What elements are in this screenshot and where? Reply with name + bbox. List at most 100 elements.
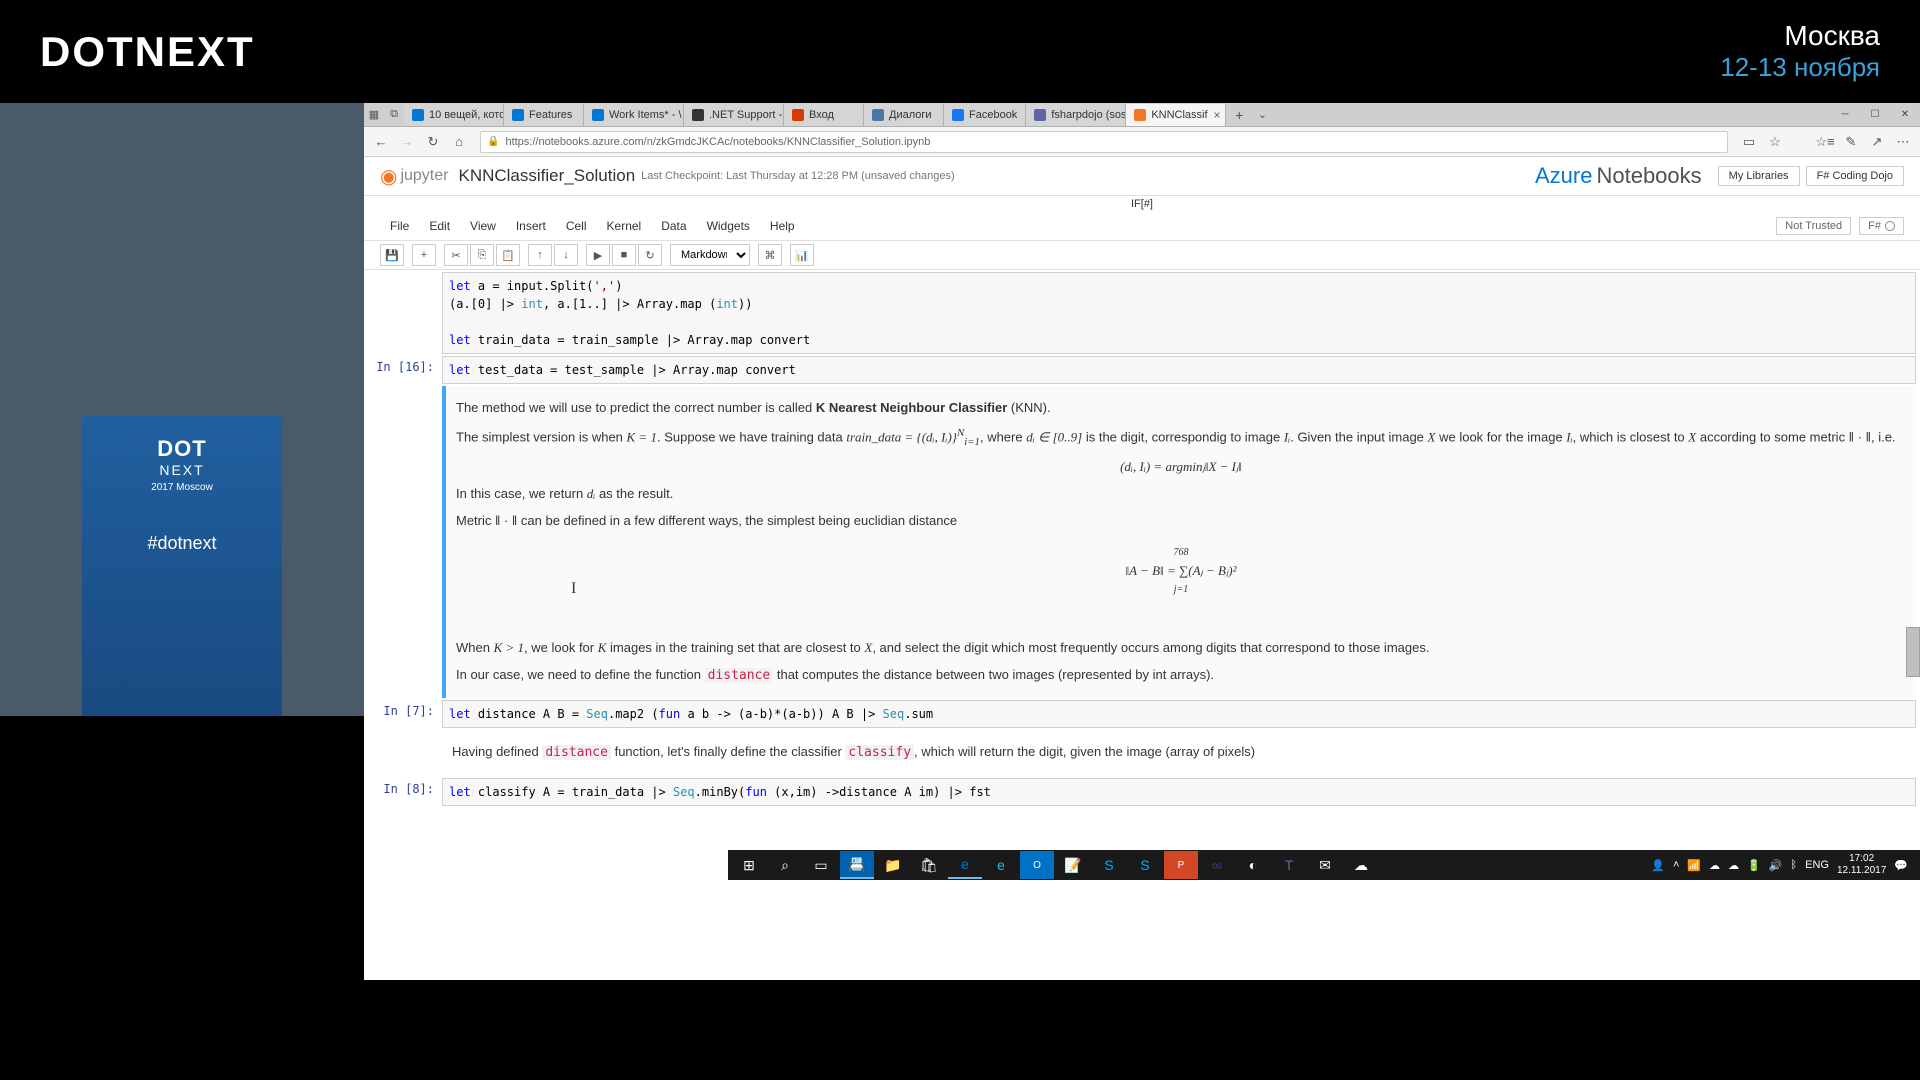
code-cell[interactable]: In [16]: let test_data = test_sample |> … — [368, 356, 1916, 384]
cut-button[interactable]: ✂ — [444, 244, 468, 266]
tab-1[interactable]: Features — [504, 104, 584, 126]
volume-icon[interactable]: 🔊 — [1769, 859, 1783, 872]
save-button[interactable]: 💾 — [380, 244, 404, 266]
copy-button[interactable]: ⎘ — [470, 244, 494, 266]
menu-help[interactable]: Help — [760, 216, 805, 236]
code-cell[interactable]: In [8]: let classify A = train_data |> S… — [368, 778, 1916, 806]
close-button[interactable]: ✕ — [1890, 104, 1920, 126]
address-bar[interactable]: 🔒 https://notebooks.azure.com/n/zkGmdcJK… — [480, 131, 1728, 153]
markdown-content[interactable]: Having defined distance function, let's … — [442, 730, 1916, 776]
run-button[interactable]: ▶ — [586, 244, 610, 266]
tab-4[interactable]: Вход — [784, 104, 864, 126]
code-input[interactable]: let classify A = train_data |> Seq.minBy… — [442, 778, 1916, 806]
celltype-select[interactable]: Markdown — [670, 244, 750, 266]
powerpoint-icon[interactable]: P — [1164, 851, 1198, 879]
tab-aside-icon[interactable]: ▦ — [364, 105, 384, 125]
scrollbar-thumb[interactable] — [1906, 627, 1920, 677]
markdown-cell[interactable]: Having defined distance function, let's … — [368, 730, 1916, 776]
store-icon[interactable]: 🛍 — [912, 851, 946, 879]
paste-button[interactable]: 📋 — [496, 244, 520, 266]
maximize-button[interactable]: ☐ — [1860, 104, 1890, 126]
menu-insert[interactable]: Insert — [506, 216, 556, 236]
favorite-icon[interactable]: ☆ — [1764, 131, 1786, 153]
lang-indicator[interactable]: ENG — [1805, 859, 1829, 871]
start-button[interactable]: ⊞ — [732, 851, 766, 879]
close-icon[interactable]: × — [1208, 108, 1221, 122]
outlook-icon[interactable]: O — [1020, 851, 1054, 879]
tab-8[interactable]: KNNClassif× — [1126, 104, 1226, 126]
notes-icon[interactable]: ✎ — [1840, 131, 1862, 153]
menu-edit[interactable]: Edit — [419, 216, 460, 236]
markdown-cell[interactable]: The method we will use to predict the co… — [368, 386, 1916, 698]
code-cell[interactable]: In [7]: let distance A B = Seq.map2 (fun… — [368, 700, 1916, 728]
clock[interactable]: 17:02 12.11.2017 — [1837, 853, 1886, 877]
favorites-hub-icon[interactable]: ☆≡ — [1814, 131, 1836, 153]
search-icon[interactable]: ⌕ — [768, 851, 802, 879]
mail-icon[interactable]: ✉ — [1308, 851, 1342, 879]
kernel-status-icon — [1885, 221, 1895, 231]
menu-kernel[interactable]: Kernel — [597, 216, 652, 236]
skype-icon[interactable]: S — [1092, 851, 1126, 879]
wifi-icon[interactable]: 📶 — [1687, 859, 1701, 872]
people-icon[interactable]: 👤 — [1651, 859, 1665, 872]
back-button[interactable]: ← — [370, 131, 392, 153]
code-input[interactable]: let distance A B = Seq.map2 (fun a b -> … — [442, 700, 1916, 728]
kernel-indicator[interactable]: F# — [1859, 217, 1904, 235]
brand-logo: DOTNEXT — [40, 28, 255, 76]
tab-6[interactable]: Facebook — [944, 104, 1026, 126]
minimize-button[interactable]: ─ — [1830, 104, 1860, 126]
menu-data[interactable]: Data — [651, 216, 696, 236]
tab-5[interactable]: Диалоги — [864, 104, 944, 126]
forward-button[interactable]: → — [396, 131, 418, 153]
app-icon[interactable]: ◐ — [1236, 851, 1270, 879]
equation: (dᵢ, Iᵢ) = argminⱼ‖X − Iⱼ‖ — [456, 457, 1906, 478]
tab-0[interactable]: 10 вещей, котс — [404, 104, 504, 126]
tab-3[interactable]: .NET Support - — [684, 104, 784, 126]
edge-icon[interactable]: e — [948, 851, 982, 879]
tab-preview-icon[interactable]: ⧉ — [384, 105, 404, 125]
vs-icon[interactable]: ∞ — [1200, 851, 1234, 879]
my-libraries-button[interactable]: My Libraries — [1718, 166, 1800, 186]
ie-icon[interactable]: e — [984, 851, 1018, 879]
move-down-button[interactable]: ↓ — [554, 244, 578, 266]
app-icon[interactable]: ☁ — [1344, 851, 1378, 879]
menu-cell[interactable]: Cell — [556, 216, 597, 236]
more-icon[interactable]: ⋯ — [1892, 131, 1914, 153]
code-cell[interactable]: let a = input.Split(',') (a.[0] |> int, … — [368, 272, 1916, 354]
restart-button[interactable]: ↻ — [638, 244, 662, 266]
new-tab-button[interactable]: + — [1226, 107, 1252, 123]
menu-view[interactable]: View — [460, 216, 506, 236]
home-button[interactable]: ⌂ — [448, 131, 470, 153]
stop-button[interactable]: ■ — [612, 244, 636, 266]
coding-dojo-button[interactable]: F# Coding Dojo — [1806, 166, 1904, 186]
notifications-icon[interactable]: 💬 — [1894, 859, 1908, 872]
battery-icon[interactable]: 🔋 — [1747, 859, 1761, 872]
notebook-title[interactable]: KNNClassifier_Solution — [458, 166, 635, 186]
reading-view-icon[interactable]: ▭ — [1738, 131, 1760, 153]
menu-widgets[interactable]: Widgets — [697, 216, 760, 236]
add-cell-button[interactable]: + — [412, 244, 436, 266]
code-input[interactable]: let a = input.Split(',') (a.[0] |> int, … — [442, 272, 1916, 354]
tab-2[interactable]: Work Items* - \ — [584, 104, 684, 126]
command-palette-button[interactable]: ⌘ — [758, 244, 782, 266]
move-up-button[interactable]: ↑ — [528, 244, 552, 266]
markdown-content[interactable]: The method we will use to predict the co… — [442, 386, 1916, 698]
share-icon[interactable]: ↗ — [1866, 131, 1888, 153]
teams-icon[interactable]: T — [1272, 851, 1306, 879]
taskview-icon[interactable]: ▭ — [804, 851, 838, 879]
chart-button[interactable]: 📊 — [790, 244, 814, 266]
chevron-up-icon[interactable]: ˄ — [1673, 859, 1679, 871]
refresh-button[interactable]: ↻ — [422, 131, 444, 153]
onedrive-icon[interactable]: ☁ — [1709, 859, 1720, 872]
code-input[interactable]: let test_data = test_sample |> Array.map… — [442, 356, 1916, 384]
trust-badge[interactable]: Not Trusted — [1776, 217, 1851, 235]
notes-icon[interactable]: 📝 — [1056, 851, 1090, 879]
bluetooth-icon[interactable]: ᛒ — [1791, 859, 1798, 871]
skype-biz-icon[interactable]: S — [1128, 851, 1162, 879]
app-icon[interactable]: 📇 — [840, 851, 874, 879]
explorer-icon[interactable]: 📁 — [876, 851, 910, 879]
menu-file[interactable]: File — [380, 216, 419, 236]
tabs-more-icon[interactable]: ⌄ — [1252, 105, 1272, 125]
onedrive-icon[interactable]: ☁ — [1728, 859, 1739, 872]
tab-7[interactable]: fsharpdojo (sos — [1026, 104, 1126, 126]
